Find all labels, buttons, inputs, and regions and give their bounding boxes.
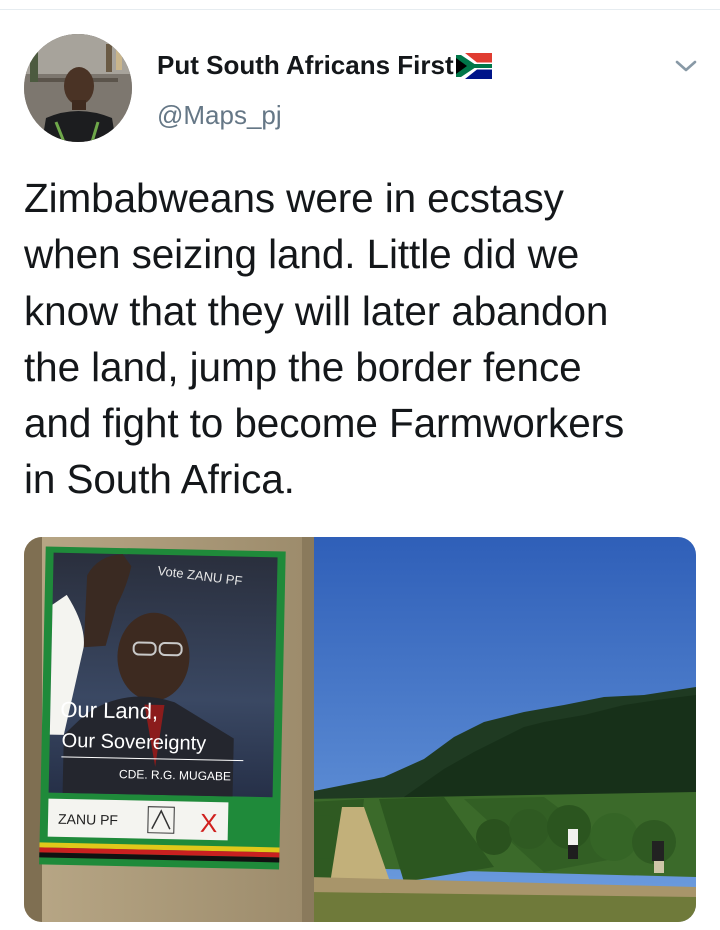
south-africa-flag-icon [455, 52, 492, 79]
display-name-text: Put South Africans First [157, 50, 454, 80]
poster-ballot-mark: X [200, 808, 218, 838]
poster-party-name: ZANU PF [58, 811, 118, 828]
top-divider [0, 9, 720, 10]
display-name[interactable]: Put South Africans First [157, 50, 492, 81]
poster-slogan-line1: Our Land, [60, 697, 158, 724]
poster-signature: CDE. R.G. MUGABE [119, 767, 231, 783]
user-handle[interactable]: @Maps_pj [157, 100, 282, 131]
chevron-down-icon[interactable] [672, 54, 700, 76]
tweet-media-image[interactable]: Vote ZANU PF Our Land, Our Sovereignty C… [24, 537, 696, 922]
avatar[interactable] [24, 34, 132, 142]
tweet-text: Zimbabweans were in ecstasy when seizing… [24, 175, 625, 503]
poster-slogan-line2: Our Sovereignty [61, 730, 206, 755]
